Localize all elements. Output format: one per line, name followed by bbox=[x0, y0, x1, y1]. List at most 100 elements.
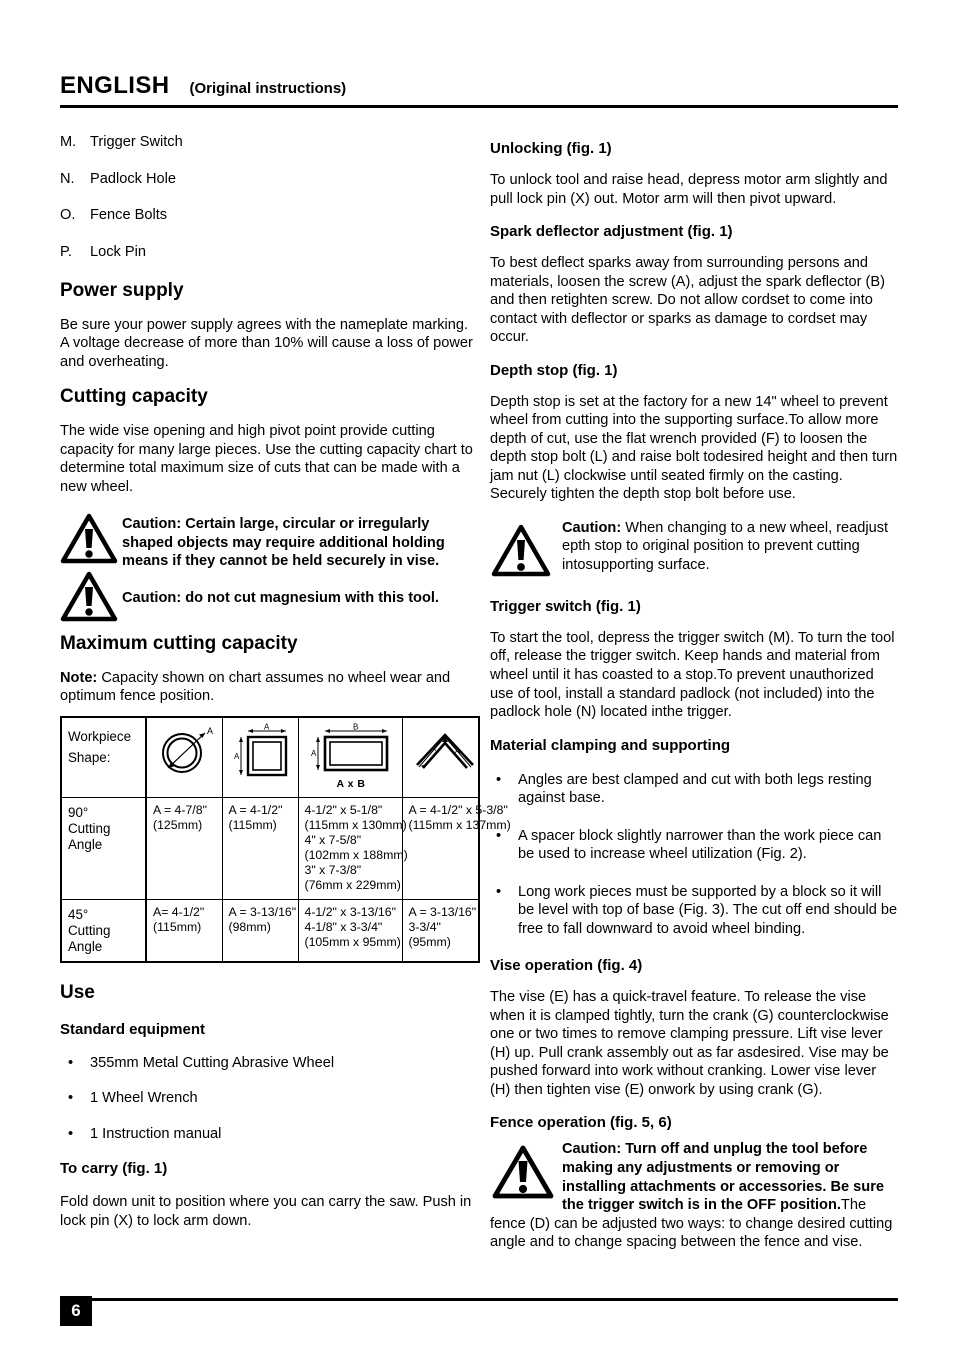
to-carry-body: Fold down unit to position where you can… bbox=[60, 1194, 472, 1229]
section-heading-unlocking: Unlocking (fig. 1) bbox=[490, 140, 612, 157]
standard-equipment-list: • 355mm Metal Cutting Abrasive Wheel • 1… bbox=[60, 1054, 480, 1144]
row-label-line1: 45° bbox=[68, 906, 89, 922]
bullet-icon: • bbox=[68, 1090, 74, 1107]
row-label-line3: Angle bbox=[68, 938, 103, 954]
part-key: M. bbox=[60, 134, 77, 150]
section-heading-cutting-capacity: Cutting capacity bbox=[60, 386, 208, 408]
footer-divider bbox=[92, 1297, 898, 1301]
value-line: (125mm) bbox=[153, 817, 203, 832]
value-line: (115mm) bbox=[228, 817, 277, 832]
value-line: (115mm x 130mm) bbox=[304, 817, 407, 832]
warning-triangle-icon bbox=[60, 511, 122, 565]
row-label-line1: 90° bbox=[68, 804, 89, 820]
cutting-capacity-body: The wide vise opening and high pivot poi… bbox=[60, 423, 473, 495]
spark-deflector-body: To best deflect sparks away from surroun… bbox=[490, 255, 886, 346]
header-divider bbox=[60, 105, 898, 108]
table-row-90-degree: 90° Cutting Angle A = 4-7/8" (125mm) A =… bbox=[60, 796, 511, 900]
row-label-line2: Cutting bbox=[68, 820, 111, 836]
table-header-row: Workpiece Shape: A A A B A A x B A A bbox=[60, 716, 480, 798]
value-line: A = 4-1/2" bbox=[228, 802, 283, 817]
cell-90-angle: A = 4-1/2" x 5-3/8" (115mm x 137mm) bbox=[401, 796, 511, 900]
trigger-switch-body: To start the tool, depress the trigger s… bbox=[490, 629, 895, 721]
list-item: • 1 Wheel Wrench bbox=[60, 1089, 480, 1108]
warning-triangle-icon bbox=[490, 519, 562, 584]
part-label: Trigger Switch bbox=[90, 134, 183, 150]
caution-block-depth-stop: Caution: When changing to a new wheel, r… bbox=[490, 519, 900, 584]
page-number: 6 bbox=[60, 1296, 92, 1326]
section-heading-material-clamping: Material clamping and supporting bbox=[490, 736, 731, 754]
power-supply-body: Be sure your power supply agrees with th… bbox=[60, 316, 473, 370]
value-line: (98mm) bbox=[228, 919, 271, 934]
warning-triangle-icon bbox=[60, 569, 122, 623]
list-item: • A spacer block slightly narrower than … bbox=[490, 827, 900, 864]
value-line: 3-3/4" bbox=[408, 919, 441, 934]
page-footer: 6 bbox=[60, 1296, 898, 1326]
part-reference-list: M. Trigger Switch N. Padlock Hole O. Fen… bbox=[60, 134, 480, 261]
angle-bracket-shape-icon: A A bbox=[401, 716, 480, 798]
clamping-tip: A spacer block slightly narrower than th… bbox=[518, 827, 882, 863]
value-line: A = 3-13/16" bbox=[408, 904, 477, 919]
part-label: Fence Bolts bbox=[90, 207, 168, 223]
section-heading-fence-operation: Fence operation (fig. 5, 6) bbox=[490, 1114, 672, 1132]
section-heading-depth-stop: Depth stop (fig. 1) bbox=[490, 361, 618, 379]
svg-text:A: A bbox=[311, 749, 317, 758]
square-tube-shape-icon: A A bbox=[221, 716, 299, 798]
header-subtitle: (Original instructions) bbox=[189, 80, 347, 97]
row-label-45: 45° Cutting Angle bbox=[60, 898, 147, 963]
list-item: • Angles are best clamped and cut with b… bbox=[490, 771, 900, 808]
note-text: Capacity shown on chart assumes no wheel… bbox=[60, 669, 451, 705]
value-line: (102mm x 188mm) bbox=[304, 847, 408, 862]
depth-stop-body: Depth stop is set at the factory for a n… bbox=[490, 393, 898, 503]
list-item: • Long work pieces must be supported by … bbox=[490, 883, 900, 939]
list-item: P. Lock Pin bbox=[60, 244, 480, 262]
part-label: Lock Pin bbox=[90, 243, 146, 260]
value-line: (76mm x 229mm) bbox=[304, 877, 401, 892]
value-line: 4" x 7-5/8" bbox=[304, 832, 362, 847]
round-tube-shape-icon: A bbox=[145, 716, 223, 798]
section-heading-trigger-switch: Trigger switch (fig. 1) bbox=[490, 597, 641, 615]
value-line: (95mm) bbox=[408, 934, 451, 949]
value-line: A = 3-13/16" bbox=[228, 904, 297, 919]
value-line: (115mm x 137mm) bbox=[408, 817, 511, 832]
cell-45-angle: A = 3-13/16" 3-3/4" (95mm) bbox=[401, 898, 480, 963]
svg-text:A: A bbox=[207, 726, 213, 736]
caution-label: Caution: bbox=[562, 519, 622, 536]
equipment-label: 355mm Metal Cutting Abrasive Wheel bbox=[90, 1054, 335, 1071]
cell-90-round: A = 4-7/8" (125mm) bbox=[145, 796, 223, 900]
warning-triangle-icon bbox=[490, 1140, 562, 1207]
workpiece-label-line2: Shape: bbox=[68, 750, 111, 766]
value-line: A = 4-1/2" x 5-3/8" bbox=[408, 802, 508, 817]
cell-45-square: A = 3-13/16" (98mm) bbox=[221, 898, 299, 963]
part-key: N. bbox=[60, 170, 75, 187]
right-column: Unlocking (fig. 1) To unlock tool and ra… bbox=[490, 140, 900, 1266]
value-line: 4-1/2" x 5-1/8" bbox=[304, 802, 383, 817]
row-label-90: 90° Cutting Angle bbox=[60, 796, 147, 900]
bullet-icon: • bbox=[496, 883, 502, 900]
equipment-label: 1 Instruction manual bbox=[90, 1125, 222, 1142]
rectangle-caption: A x B bbox=[336, 777, 366, 790]
header-language: ENGLISH bbox=[60, 72, 170, 99]
section-heading-power-supply: Power supply bbox=[60, 280, 184, 301]
row-label-line3: Angle bbox=[68, 836, 103, 852]
value-line: 4-1/2" x 3-13/16" bbox=[304, 904, 396, 919]
caution-text-2: Caution: do not cut magnesium with this … bbox=[122, 589, 439, 606]
section-heading-maximum-cutting-capacity: Maximum cutting capacity bbox=[60, 632, 298, 654]
bullet-icon: • bbox=[496, 827, 502, 844]
section-heading-vise-operation: Vise operation (fig. 4) bbox=[490, 957, 643, 975]
bullet-icon: • bbox=[496, 771, 502, 788]
document-page: ENGLISH (Original instructions) M. Trigg… bbox=[0, 0, 960, 1362]
clamping-tip: Angles are best clamped and cut with bot… bbox=[518, 771, 872, 807]
value-line: (105mm x 95mm) bbox=[304, 934, 401, 949]
caution-block-fence: Caution: Turn off and unplug the tool be… bbox=[490, 1140, 900, 1251]
list-item: O. Fence Bolts bbox=[60, 207, 480, 225]
workpiece-label-line1: Workpiece bbox=[68, 728, 132, 744]
list-item: M. Trigger Switch bbox=[60, 134, 480, 152]
part-label: Padlock Hole bbox=[90, 170, 176, 187]
bullet-icon: • bbox=[68, 1054, 74, 1071]
vise-operation-body: The vise (E) has a quick-travel feature.… bbox=[490, 989, 889, 1098]
note-label: Note: bbox=[60, 669, 98, 686]
value-line: A = 4-7/8" bbox=[153, 802, 207, 817]
cell-90-rectangle: 4-1/2" x 5-1/8" (115mm x 130mm) 4" x 7-5… bbox=[297, 796, 408, 900]
row-label-line2: Cutting bbox=[68, 922, 111, 938]
left-column: M. Trigger Switch N. Padlock Hole O. Fen… bbox=[60, 134, 511, 1245]
